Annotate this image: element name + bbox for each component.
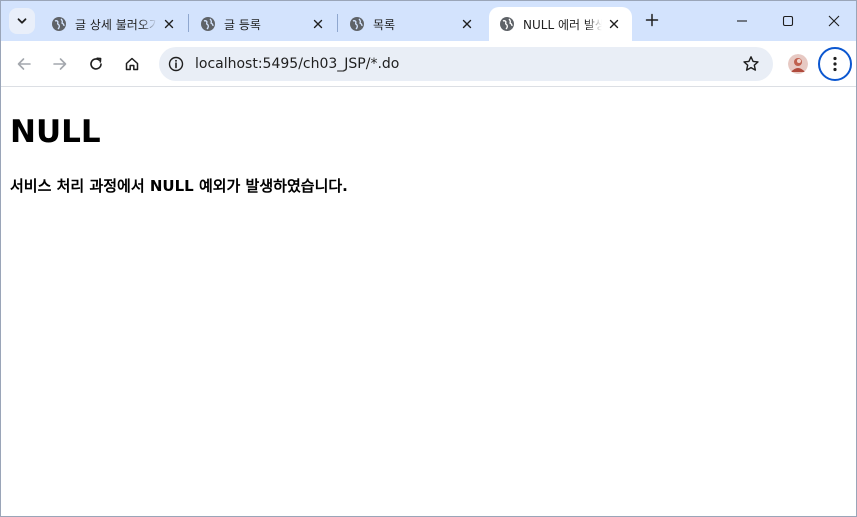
- maximize-icon: [782, 15, 794, 27]
- minimize-button[interactable]: [719, 1, 765, 41]
- browser-menu-button[interactable]: [818, 47, 852, 81]
- tab-strip: 글 상세 불러오기 글 등록 목록 NULL 에러 발생: [1, 1, 856, 41]
- tab-separator: [188, 14, 189, 32]
- browser-toolbar: localhost:5495/ch03_JSP/*.do: [1, 41, 856, 87]
- tab-title: 목록: [373, 17, 396, 32]
- page-heading: NULL: [10, 114, 101, 150]
- tab-title: NULL 에러 발생: [523, 17, 602, 32]
- reload-button[interactable]: [82, 50, 110, 78]
- back-button[interactable]: [10, 50, 38, 78]
- star-icon: [743, 56, 759, 71]
- arrow-right-icon: [53, 58, 67, 70]
- address-bar[interactable]: localhost:5495/ch03_JSP/*.do: [159, 47, 773, 81]
- chevron-down-icon: [17, 18, 27, 24]
- tab-separator: [337, 14, 338, 32]
- error-message: 서비스 처리 과정에서 NULL 예외가 발생하였습니다.: [10, 177, 348, 195]
- tab-close-button[interactable]: [310, 16, 326, 32]
- tab-title: 글 등록: [224, 17, 261, 32]
- reload-icon: [90, 57, 102, 70]
- forward-button[interactable]: [46, 50, 74, 78]
- new-tab-button[interactable]: [641, 9, 663, 31]
- minimize-icon: [737, 20, 747, 22]
- tab-close-button[interactable]: [161, 16, 177, 32]
- address-url[interactable]: localhost:5495/ch03_JSP/*.do: [195, 56, 399, 72]
- globe-icon: [52, 17, 66, 31]
- more-vert-icon: [833, 56, 837, 72]
- browser-window: 글 상세 불러오기 글 등록 목록 NULL 에러 발생 localhost:5…: [0, 0, 857, 517]
- globe-icon: [500, 17, 514, 31]
- tab-0[interactable]: 글 상세 불러오기: [41, 7, 187, 41]
- close-icon: [828, 15, 840, 27]
- home-button[interactable]: [118, 50, 146, 78]
- close-icon: [164, 19, 174, 29]
- bookmark-button[interactable]: [741, 54, 761, 74]
- tab-search-button[interactable]: [9, 8, 35, 34]
- home-icon: [125, 57, 139, 71]
- page-content: NULL 서비스 처리 과정에서 NULL 예외가 발생하였습니다.: [1, 88, 856, 516]
- close-icon: [313, 19, 323, 29]
- globe-icon: [350, 17, 364, 31]
- site-info-button[interactable]: [167, 55, 185, 73]
- maximize-button[interactable]: [765, 1, 811, 41]
- globe-icon: [201, 17, 215, 31]
- tab-3-active[interactable]: NULL 에러 발생: [489, 7, 632, 41]
- tab-title: 글 상세 불러오기: [75, 17, 157, 32]
- close-icon: [462, 19, 472, 29]
- plus-icon: [645, 13, 659, 27]
- tab-2[interactable]: 목록: [339, 7, 485, 41]
- tab-1[interactable]: 글 등록: [190, 7, 336, 41]
- info-icon: [168, 56, 184, 72]
- window-close-button[interactable]: [811, 1, 856, 41]
- profile-avatar-icon: [788, 54, 808, 74]
- tab-close-button[interactable]: [606, 16, 622, 32]
- avatar[interactable]: [788, 54, 808, 74]
- close-icon: [609, 19, 619, 29]
- arrow-left-icon: [17, 58, 31, 70]
- tab-close-button[interactable]: [459, 16, 475, 32]
